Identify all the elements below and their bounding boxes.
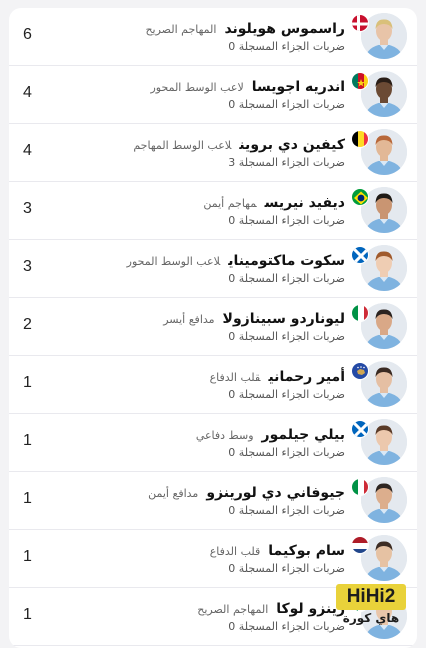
stat-label: ضربات الجزاء المسجلة <box>238 214 345 227</box>
stat-label: ضربات الجزاء المسجلة <box>238 156 345 169</box>
penalty-count: 2 <box>23 316 32 333</box>
penalty-count: 1 <box>23 490 32 507</box>
player-row[interactable]: 1 أمير رحماني قلب الدفاع ضربات الجزاء المسج… <box>9 356 417 414</box>
player-stat-line: ضربات الجزاء المسجلة 0 <box>228 446 345 459</box>
netherlands-flag-icon <box>351 536 369 554</box>
player-stat-line: ضربات الجزاء المسجلة 0 <box>228 214 345 227</box>
player-row[interactable]: 6 راسموس هويلوند المهاجم الصريح ضربات الجزا… <box>9 8 417 66</box>
player-position: لاعب الوسط المحور <box>150 81 244 94</box>
player-name-line: جيوفاني دي لورينزو مدافع أيمن <box>148 482 345 501</box>
player-name-line: اندريه اجويسا لاعب الوسط المحور <box>151 76 346 95</box>
player-stat-line: ضربات الجزاء المسجلة 0 <box>228 272 345 285</box>
player-row[interactable]: 3 سكوت ماكتوميناي لاعب الوسط المحور ضربات ا… <box>9 240 417 298</box>
kosovo-flag-icon <box>351 362 369 380</box>
stat-label: ضربات الجزاء المسجلة <box>238 446 345 459</box>
player-row[interactable]: 4 كيفين دي بروين لاعب الوسط المهاجم ضربات ا… <box>9 124 417 182</box>
player-name-line: راسموس هويلوند المهاجم الصريح <box>145 18 345 37</box>
player-row[interactable]: 2 ليوناردو سبينازولا مدافع أيسر ضربات الجزا… <box>9 298 417 356</box>
penalty-count: 1 <box>23 548 32 565</box>
player-position: مهاجم أيمن <box>203 197 257 210</box>
player-name[interactable]: كيفين دي بروين <box>239 137 345 153</box>
player-stat-line: ضربات الجزاء المسجلة 0 <box>228 562 345 575</box>
player-stat-line: ضربات الجزاء المسجلة 0 <box>228 330 345 343</box>
player-name-line: ليوناردو سبينازولا مدافع أيسر <box>163 308 345 327</box>
player-name-line: سام بوكيما قلب الدفاع <box>210 540 345 559</box>
belgium-flag-icon <box>351 130 369 148</box>
penalty-count: 3 <box>23 200 32 217</box>
player-stat-line: ضربات الجزاء المسجلة 0 <box>228 98 345 111</box>
player-row[interactable]: 1 بيلي جيلمور وسط دفاعي ضربات الجزاء المسجل… <box>9 414 417 472</box>
player-name-line: كيفين دي بروين لاعب الوسط المهاجم <box>133 134 345 153</box>
player-row[interactable]: 1 جيوفاني دي لورينزو مدافع أيمن ضربات الجزا… <box>9 472 417 530</box>
stat-label: ضربات الجزاء المسجلة <box>238 98 345 111</box>
stat-label: ضربات الجزاء المسجلة <box>238 40 345 53</box>
penalty-count: 1 <box>23 432 32 449</box>
player-position: قلب الدفاع <box>209 545 261 558</box>
player-name-line: بيلي جيلمور وسط دفاعي <box>196 424 345 443</box>
player-stat-line: ضربات الجزاء المسجلة 0 <box>228 504 345 517</box>
player-position: مدافع أيمن <box>148 487 199 500</box>
penalty-count: 1 <box>23 606 32 623</box>
player-name-line: ديفيد نيريس مهاجم أيمن <box>203 192 345 211</box>
player-position: لاعب الوسط المهاجم <box>133 139 232 152</box>
player-name[interactable]: بيلي جيلمور <box>262 427 345 443</box>
scotland-flag-icon <box>351 246 369 264</box>
player-name[interactable]: اندريه اجويسا <box>252 79 345 95</box>
player-name-line: سكوت ماكتوميناي لاعب الوسط المحور <box>127 250 345 269</box>
player-name[interactable]: سكوت ماكتوميناي <box>228 253 345 269</box>
player-stat-line: ضربات الجزاء المسجلة 3 <box>228 156 345 169</box>
site-watermark: HiHi2 هاي كورة <box>328 584 416 632</box>
player-name[interactable]: أمير رحماني <box>268 369 345 385</box>
italy-flag-icon <box>351 304 369 322</box>
player-position: وسط دفاعي <box>195 429 254 442</box>
italy-flag-icon <box>351 478 369 496</box>
stat-label: ضربات الجزاء المسجلة <box>238 562 345 575</box>
watermark-logo: HiHi2 <box>336 584 406 610</box>
player-position: لاعب الوسط المحور <box>126 255 221 268</box>
player-stat-line: ضربات الجزاء المسجلة 0 <box>228 388 345 401</box>
players-list-card: 6 راسموس هويلوند المهاجم الصريح ضربات الجزا… <box>9 8 417 648</box>
player-position: المهاجم الصريح <box>145 23 217 36</box>
player-position: المهاجم الصريح <box>197 603 269 616</box>
denmark-flag-icon <box>351 14 369 32</box>
stat-label: ضربات الجزاء المسجلة <box>238 504 345 517</box>
player-row[interactable]: 3 ديفيد نيريس مهاجم أيمن ضربات الجزاء المسج… <box>9 182 417 240</box>
penalty-count: 4 <box>23 142 32 159</box>
penalty-count: 3 <box>23 258 32 275</box>
player-name[interactable]: ليوناردو سبينازولا <box>223 311 345 327</box>
stat-label: ضربات الجزاء المسجلة <box>238 388 345 401</box>
player-row[interactable]: 1 سام بوكيما قلب الدفاع ضربات الجزاء المسجل… <box>9 530 417 588</box>
player-row[interactable]: 4 اندريه اجويسا لاعب الوسط المحور ضربات الج… <box>9 66 417 124</box>
brazil-flag-icon <box>351 188 369 206</box>
scotland-flag-icon <box>351 420 369 438</box>
player-name[interactable]: ديفيد نيريس <box>265 195 345 211</box>
penalty-count: 4 <box>23 84 32 101</box>
stat-label: ضربات الجزاء المسجلة <box>238 272 345 285</box>
player-name-line: أمير رحماني قلب الدفاع <box>210 366 345 385</box>
player-position: قلب الدفاع <box>209 371 261 384</box>
cameroon-flag-icon <box>351 72 369 90</box>
player-position: مدافع أيسر <box>163 313 215 326</box>
penalty-count: 1 <box>23 374 32 391</box>
player-name[interactable]: سام بوكيما <box>268 543 345 559</box>
player-name[interactable]: راسموس هويلوند <box>224 21 345 37</box>
watermark-subtitle: هاي كورة <box>342 611 400 625</box>
player-name[interactable]: جيوفاني دي لورينزو <box>206 485 345 501</box>
player-name-line: رينزو لوكاالمهاجم الصريح <box>197 598 345 617</box>
stat-label: ضربات الجزاء المسجلة <box>238 330 345 343</box>
player-stat-line: ضربات الجزاء المسجلة 0 <box>228 40 345 53</box>
penalty-count: 6 <box>23 26 32 43</box>
